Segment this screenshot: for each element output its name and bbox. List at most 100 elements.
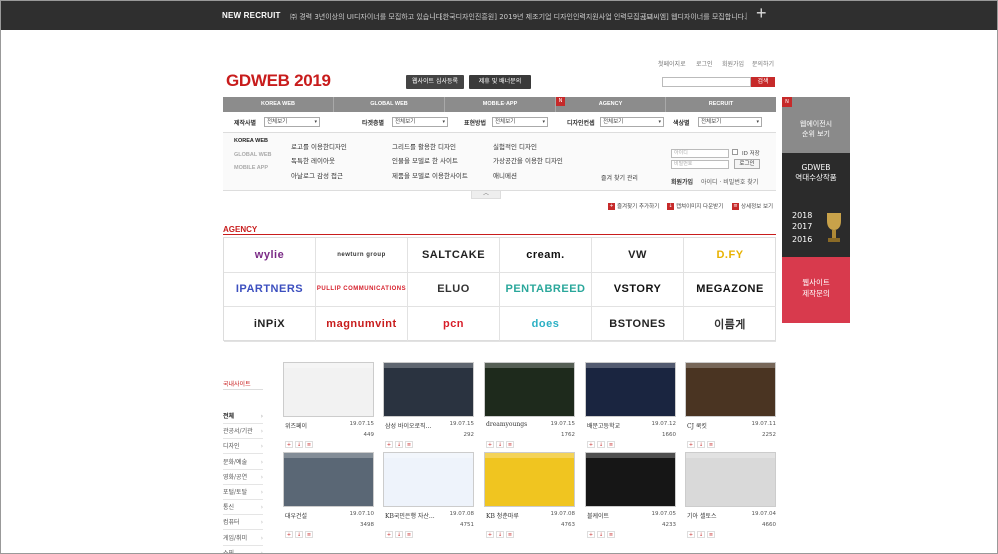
util-login-link[interactable]: 로그인: [696, 59, 713, 68]
panel-tab-mobile[interactable]: MOBILE APP: [234, 165, 268, 171]
panel-tab-global[interactable]: GLOBAL WEB: [234, 152, 271, 158]
category-item[interactable]: 디자인: [223, 439, 263, 455]
download-icon[interactable]: ↓: [597, 531, 605, 538]
detail-icon[interactable]: ≡: [405, 441, 413, 448]
agency-logo[interactable]: BSTONES: [592, 307, 684, 342]
site-title[interactable]: KB 청춘마루: [486, 511, 519, 520]
site-thumbnail[interactable]: [383, 452, 474, 507]
agency-logo[interactable]: pcn: [408, 307, 500, 342]
agency-logo[interactable]: newturn group: [316, 238, 408, 273]
panel-link[interactable]: 제품을 모델로 이용한사이트: [392, 170, 468, 180]
panel-tab-korea[interactable]: KOREA WEB: [234, 138, 268, 144]
util-contact-link[interactable]: 문의하기: [752, 59, 774, 68]
agency-logo[interactable]: wylie: [224, 238, 316, 273]
plus-icon[interactable]: +: [486, 531, 494, 538]
detail-icon[interactable]: ≡: [405, 531, 413, 538]
plus-icon[interactable]: +: [756, 3, 767, 24]
plus-icon[interactable]: +: [385, 531, 393, 538]
agency-logo[interactable]: 이름게: [684, 307, 776, 342]
site-title[interactable]: 대우건설: [285, 511, 307, 520]
detail-icon[interactable]: ≡: [305, 441, 313, 448]
filter-select-target[interactable]: 전체보기: [392, 117, 448, 127]
plus-icon[interactable]: +: [687, 531, 695, 538]
agency-logo[interactable]: ELUO: [408, 272, 500, 308]
login-button[interactable]: 로그인: [734, 159, 760, 169]
id-input[interactable]: 아이디: [671, 149, 729, 158]
plus-icon[interactable]: +: [587, 441, 595, 448]
agency-logo[interactable]: IPARTNERS: [224, 272, 316, 308]
agency-logo[interactable]: does: [500, 307, 592, 342]
download-icon[interactable]: ↓: [395, 531, 403, 538]
plus-icon[interactable]: +: [687, 441, 695, 448]
plus-icon[interactable]: +: [385, 441, 393, 448]
site-title[interactable]: 위즈페이: [285, 421, 307, 430]
ticker-item[interactable]: ㈜ 경력 3년이상의 UI디자이너를 모집하고 있습니다.: [290, 12, 444, 22]
detail-icon[interactable]: ≡: [305, 531, 313, 538]
agency-logo[interactable]: SALTCAKE: [408, 238, 500, 273]
download-icon[interactable]: ↓: [295, 441, 303, 448]
site-title[interactable]: 삼성 바이오로직...: [385, 421, 431, 430]
download-icon[interactable]: ↓: [597, 441, 605, 448]
nav-recruit[interactable]: RECRUIT: [666, 97, 776, 112]
agency-logo[interactable]: cream.: [500, 238, 592, 273]
nav-mobile-app[interactable]: MOBILE·APP: [445, 97, 556, 112]
find-account-link[interactable]: 아이디 · 비밀번호 찾기: [701, 177, 758, 186]
quick-capture[interactable]: ↓ 캡쳐이미지 다운받기: [667, 202, 723, 210]
favorite-manage-link[interactable]: 즐겨 찾기 관리: [601, 173, 638, 182]
download-icon[interactable]: ↓: [697, 441, 705, 448]
download-icon[interactable]: ↓: [496, 441, 504, 448]
password-input[interactable]: 비밀번호: [671, 160, 729, 169]
site-thumbnail[interactable]: [283, 362, 374, 417]
category-item[interactable]: 문화/예술: [223, 455, 263, 470]
category-item[interactable]: 전체: [223, 409, 263, 424]
category-item[interactable]: 통신: [223, 500, 263, 516]
site-thumbnail[interactable]: [685, 362, 776, 417]
save-id-checkbox[interactable]: [732, 149, 738, 155]
site-title[interactable]: dreamyoungs: [486, 421, 527, 428]
util-home-link[interactable]: 첫페이지로: [658, 59, 686, 68]
detail-icon[interactable]: ≡: [506, 531, 514, 538]
search-input[interactable]: [662, 77, 751, 87]
site-logo[interactable]: GDWEB 2019: [226, 71, 331, 91]
site-title[interactable]: 기아 셀토스: [687, 511, 717, 520]
site-production-banner[interactable]: 웹사이트 제작문의: [782, 257, 850, 323]
panel-link[interactable]: 실험적인 디자인: [493, 141, 537, 151]
agency-logo[interactable]: MEGAZONE: [684, 273, 776, 308]
agency-logo[interactable]: magnumvint: [316, 307, 408, 342]
util-join-link[interactable]: 회원가입: [722, 59, 744, 68]
detail-icon[interactable]: ≡: [607, 531, 615, 538]
panel-link[interactable]: 독특한 레이아웃: [291, 155, 335, 165]
agency-logo[interactable]: PENTABREED: [500, 272, 592, 308]
panel-link[interactable]: 애니메션: [493, 170, 517, 180]
site-title[interactable]: 배문고등학교: [587, 421, 620, 430]
detail-icon[interactable]: ≡: [506, 441, 514, 448]
panel-link[interactable]: 그리드를 활용한 디자인: [392, 141, 456, 151]
category-item[interactable]: 게임/취미: [223, 531, 263, 546]
plus-icon[interactable]: +: [285, 531, 293, 538]
site-thumbnail[interactable]: [484, 452, 575, 507]
quick-detail[interactable]: ≡ 상세정보 보기: [732, 202, 773, 210]
site-thumbnail[interactable]: [283, 452, 374, 507]
panel-link[interactable]: 인물을 모델로 한 사이트: [392, 155, 458, 165]
award-history-banner[interactable]: GDWEB 역대수상작품 2018 2017 2016: [782, 153, 850, 257]
ticker-item[interactable]: [디씨엠] 웹디자이너를 모집합니다.: [644, 12, 746, 22]
filter-select-concept[interactable]: 전체보기: [600, 117, 664, 127]
download-icon[interactable]: ↓: [496, 531, 504, 538]
detail-icon[interactable]: ≡: [707, 531, 715, 538]
detail-icon[interactable]: ≡: [707, 441, 715, 448]
ticker-item[interactable]: [한국디자인진흥원] 2019년 제조기업 디자인인력지원사업 인력모집공고: [440, 12, 653, 22]
category-item[interactable]: 영화/공연: [223, 470, 263, 485]
site-thumbnail[interactable]: [685, 452, 776, 507]
site-register-button[interactable]: 웹사이트 심사등록: [406, 75, 464, 89]
nav-korea-web[interactable]: KOREA WEB: [223, 97, 334, 112]
site-thumbnail[interactable]: [484, 362, 575, 417]
site-thumbnail[interactable]: [585, 362, 676, 417]
detail-icon[interactable]: ≡: [607, 441, 615, 448]
agency-logo[interactable]: iNPiX: [224, 307, 316, 342]
category-item[interactable]: 쇼핑: [223, 546, 263, 553]
join-link[interactable]: 회원가입: [671, 177, 693, 186]
site-thumbnail[interactable]: [383, 362, 474, 417]
category-item[interactable]: 포털/토탈: [223, 485, 263, 500]
panel-link[interactable]: 로고를 이용한디자인: [291, 141, 347, 151]
filter-select-maker[interactable]: 전체보기: [264, 117, 320, 127]
